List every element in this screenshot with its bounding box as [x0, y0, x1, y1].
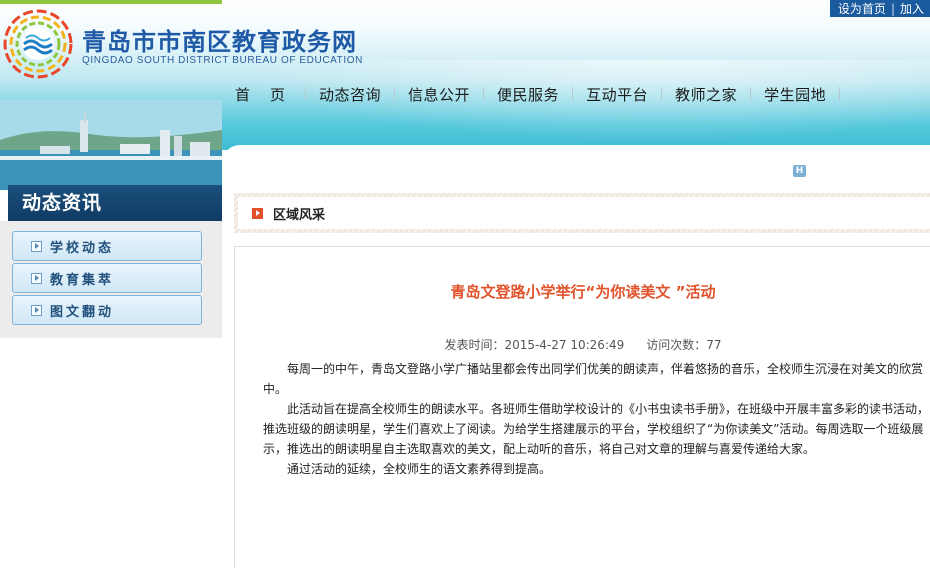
nav-item-services[interactable]: 便民服务: [484, 84, 572, 105]
article-title: 青岛文登路小学举行“为你读美文 ”活动: [450, 283, 716, 301]
nav-item-home[interactable]: 首页: [222, 84, 305, 105]
publish-time: 发表时间：2015-4-27 10:26:49: [444, 338, 625, 352]
play-arrow-icon: [31, 240, 42, 252]
article-paragraph: 通过活动的延续，全校师生的语文素养得到提高。: [287, 462, 552, 476]
site-subtitle: QINGDAO SOUTH DISTRICT BUREAU OF EDUCATI…: [82, 55, 363, 66]
set-homepage-link[interactable]: 设为首页: [838, 0, 886, 17]
sidebar-item-label: 学校动态: [50, 240, 115, 256]
nav-divider: [839, 87, 841, 101]
top-links-divider: |: [890, 1, 895, 16]
visit-count: 访问次数：77: [646, 338, 722, 352]
top-links: 设为首页 | 加入: [829, 0, 930, 17]
sidebar-title: 动态资讯: [8, 185, 222, 221]
sidebar-panel: 学校动态 教育集萃 图文翻动: [0, 221, 222, 338]
header-accent-strip: [0, 0, 222, 4]
article-paragraph: 此活动旨在提高全校师生的朗读水平。各班师生借助学校设计的《小书虫读书手册》，在班…: [263, 402, 930, 456]
breadcrumb-label[interactable]: 区域风采: [273, 204, 325, 223]
sidebar-item-label: 图文翻动: [50, 304, 115, 320]
sidebar-item-school-news[interactable]: 学校动态: [12, 231, 202, 261]
main-nav: 首页 动态咨询 信息公开 便民服务 互动平台 教师之家 学生园地: [222, 80, 841, 108]
sidebar-item-photo-gallery[interactable]: 图文翻动: [12, 295, 202, 325]
add-favorite-link[interactable]: 加入: [900, 0, 924, 17]
play-arrow-icon: [31, 272, 42, 284]
logo-icon: [3, 9, 73, 79]
sidebar-item-label: 教育集萃: [50, 272, 115, 288]
breadcrumb: 区域风采: [234, 193, 930, 233]
arrow-bullet-icon: [252, 207, 263, 219]
play-arrow-icon: [31, 304, 42, 316]
article-paragraph: 每周一的中午，青岛文登路小学广播站里都会传出同学们优美的朗读声，伴着悠扬的音乐，…: [263, 362, 924, 396]
article: 青岛文登路小学举行“为你读美文 ”活动 发表时间：2015-4-27 10:26…: [234, 246, 930, 568]
nav-item-interact[interactable]: 互动平台: [573, 84, 661, 105]
city-skyline-image: [0, 100, 222, 190]
nav-item-teachers[interactable]: 教师之家: [662, 84, 750, 105]
sidebar-item-education-highlights[interactable]: 教育集萃: [12, 263, 202, 293]
nav-item-info[interactable]: 信息公开: [395, 84, 483, 105]
article-body: 每周一的中午，青岛文登路小学广播站里都会传出同学们优美的朗读声，伴着悠扬的音乐，…: [263, 359, 929, 479]
article-meta: 发表时间：2015-4-27 10:26:49 访问次数：77: [235, 336, 930, 353]
nav-item-news[interactable]: 动态咨询: [306, 84, 394, 105]
site-title: 青岛市市南区教育政务网: [82, 28, 357, 56]
nav-item-students[interactable]: 学生园地: [751, 84, 839, 105]
home-small-icon[interactable]: H: [793, 165, 806, 177]
